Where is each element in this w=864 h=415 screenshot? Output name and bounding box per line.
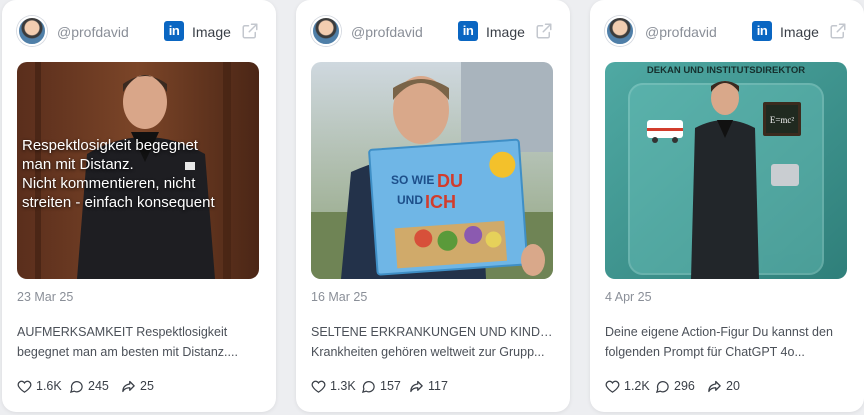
post-card[interactable]: @profdavid in Image DEKAN UND INSTITUTSD… — [590, 0, 864, 412]
heart-icon — [605, 380, 620, 393]
shares-count: 117 — [428, 379, 448, 393]
share-icon — [708, 380, 721, 392]
book-title-word: SO WIE — [391, 173, 434, 187]
external-link-icon[interactable] — [241, 22, 259, 40]
author-handle[interactable]: @profdavid — [57, 24, 129, 40]
post-card[interactable]: @profdavid in Image Respektlosigkeit beg… — [2, 0, 276, 412]
post-image[interactable]: SO WIE DU UND ICH — [311, 62, 553, 279]
post-header: @profdavid in Image — [17, 16, 262, 48]
likes-stat: 1.6K — [17, 376, 62, 396]
post-description[interactable]: SELTENE ERKRANKUNGEN UND KINDER 7.000 Kr… — [311, 322, 555, 362]
shares-stat: 117 — [409, 376, 448, 396]
post-description[interactable]: AUFMERKSAMKEIT Respektlosigkeit begegnet… — [17, 322, 261, 362]
shares-stat: 25 — [121, 376, 154, 396]
post-header: @profdavid in Image — [605, 16, 850, 48]
share-icon — [410, 380, 423, 392]
external-link-icon[interactable] — [829, 22, 847, 40]
post-date: 4 Apr 25 — [605, 290, 652, 304]
author-handle[interactable]: @profdavid — [351, 24, 423, 40]
post-type-label: Image — [192, 24, 231, 40]
chalkboard: E=mc² — [763, 102, 801, 136]
heart-icon — [311, 380, 326, 393]
description-line: Krankheiten gehören weltweit zur Grupp..… — [311, 345, 545, 359]
description-line: begegnet man am besten mit Distanz.... — [17, 345, 238, 359]
linkedin-icon: in — [164, 21, 184, 41]
overlay-line: streiten - einfach konsequent — [22, 194, 215, 211]
chalkboard-text: E=mc² — [770, 115, 795, 125]
description-line: folgenden Prompt für ChatGPT 4o... — [605, 345, 805, 359]
book-title-word: UND — [397, 193, 423, 207]
post-description[interactable]: Deine eigene Action-Figur Du kannst den … — [605, 322, 849, 362]
comment-icon — [361, 380, 375, 393]
post-type-label: Image — [486, 24, 525, 40]
description-line: SELTENE ERKRANKUNGEN UND KINDER 7.000 — [311, 325, 555, 339]
author-handle[interactable]: @profdavid — [645, 24, 717, 40]
post-type-label: Image — [780, 24, 819, 40]
comments-stat: 245 — [69, 376, 109, 396]
share-icon — [122, 380, 135, 392]
description-line: Deine eigene Action-Figur Du kannst den — [605, 325, 833, 339]
post-date: 23 Mar 25 — [17, 290, 74, 304]
avatar — [17, 16, 47, 46]
image-overlay-text: Respektlosigkeit begegnet man mit Distan… — [22, 136, 244, 212]
comments-count: 245 — [88, 379, 109, 393]
avatar — [605, 16, 635, 46]
book-title-word: ICH — [425, 192, 456, 212]
avatar — [311, 16, 341, 46]
comments-count: 296 — [674, 379, 695, 393]
post-header: @profdavid in Image — [311, 16, 556, 48]
shares-count: 20 — [726, 379, 740, 393]
post-image[interactable]: DEKAN UND INSTITUTSDIREKTOR E=mc² — [605, 62, 847, 279]
overlay-line: man mit Distanz. — [22, 156, 134, 173]
likes-count: 1.6K — [36, 379, 62, 393]
description-line: AUFMERKSAMKEIT Respektlosigkeit — [17, 325, 228, 339]
book-title-word: DU — [437, 171, 463, 191]
post-date: 16 Mar 25 — [311, 290, 368, 304]
comments-count: 157 — [380, 379, 401, 393]
image-caption: DEKAN UND INSTITUTSDIREKTOR — [647, 65, 805, 76]
linkedin-icon: in — [458, 21, 478, 41]
likes-stat: 1.3K — [311, 376, 356, 396]
comment-icon — [655, 380, 669, 393]
overlay-line: Respektlosigkeit begegnet — [22, 137, 198, 154]
linkedin-icon: in — [752, 21, 772, 41]
shares-stat: 20 — [707, 376, 740, 396]
comments-stat: 296 — [655, 376, 695, 396]
overlay-line: Nicht kommentieren, nicht — [22, 175, 196, 192]
comment-icon — [69, 380, 83, 393]
likes-count: 1.2K — [624, 379, 650, 393]
post-card[interactable]: @profdavid in Image SO WIE DU UND ICH 16… — [296, 0, 570, 412]
likes-count: 1.3K — [330, 379, 356, 393]
comments-stat: 157 — [361, 376, 401, 396]
external-link-icon[interactable] — [535, 22, 553, 40]
heart-icon — [17, 380, 32, 393]
likes-stat: 1.2K — [605, 376, 650, 396]
shares-count: 25 — [140, 379, 154, 393]
